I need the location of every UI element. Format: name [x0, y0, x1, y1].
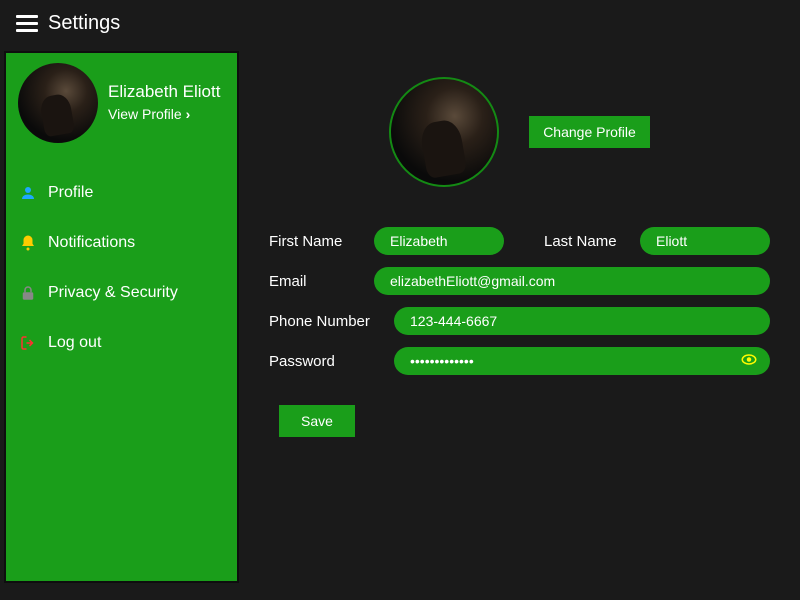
phone-field[interactable]: 123-444-6667	[394, 307, 770, 335]
sidebar-item-label: Log out	[48, 334, 101, 352]
hamburger-icon[interactable]	[16, 15, 38, 32]
profile-name: Elizabeth Eliott	[108, 82, 225, 102]
bell-icon	[18, 233, 38, 253]
user-icon	[18, 183, 38, 203]
header: Settings	[0, 0, 800, 47]
chevron-right-icon: ›	[186, 106, 191, 122]
password-label: Password	[269, 353, 384, 370]
sidebar-item-label: Notifications	[48, 234, 135, 252]
avatar	[389, 77, 499, 187]
view-profile-label: View Profile	[108, 106, 182, 122]
last-name-field[interactable]: Eliott	[640, 227, 770, 255]
view-profile-link[interactable]: View Profile ›	[108, 106, 190, 122]
row-phone: Phone Number 123-444-6667	[269, 307, 770, 335]
phone-label: Phone Number	[269, 313, 384, 330]
first-name-field[interactable]: Elizabeth	[374, 227, 504, 255]
main-panel: Change Profile First Name Elizabeth Last…	[239, 47, 800, 587]
profile-header: Change Profile	[269, 77, 770, 187]
email-label: Email	[269, 273, 364, 290]
row-name: First Name Elizabeth Last Name Eliott	[269, 227, 770, 255]
change-profile-button[interactable]: Change Profile	[529, 116, 650, 148]
avatar	[18, 63, 98, 143]
content: Elizabeth Eliott View Profile › Profile …	[0, 47, 800, 587]
sidebar-item-profile[interactable]: Profile	[18, 183, 225, 203]
lock-icon	[18, 283, 38, 303]
nav: Profile Notifications Privacy & Security…	[18, 183, 225, 353]
logout-icon	[18, 333, 38, 353]
row-password: Password •••••••••••••	[269, 347, 770, 375]
sidebar-item-privacy[interactable]: Privacy & Security	[18, 283, 225, 303]
sidebar-item-logout[interactable]: Log out	[18, 333, 225, 353]
page-title: Settings	[48, 12, 120, 35]
eye-icon[interactable]	[740, 351, 758, 372]
sidebar-item-label: Privacy & Security	[48, 284, 178, 302]
sidebar-profile: Elizabeth Eliott View Profile ›	[18, 63, 225, 143]
row-email: Email elizabethEliott@gmail.com	[269, 267, 770, 295]
save-button[interactable]: Save	[279, 405, 355, 437]
first-name-label: First Name	[269, 233, 364, 250]
sidebar-item-label: Profile	[48, 184, 93, 202]
last-name-label: Last Name	[544, 233, 617, 250]
sidebar-item-notifications[interactable]: Notifications	[18, 233, 225, 253]
password-field[interactable]: •••••••••••••	[394, 347, 770, 375]
sidebar: Elizabeth Eliott View Profile › Profile …	[4, 51, 239, 583]
email-field[interactable]: elizabethEliott@gmail.com	[374, 267, 770, 295]
